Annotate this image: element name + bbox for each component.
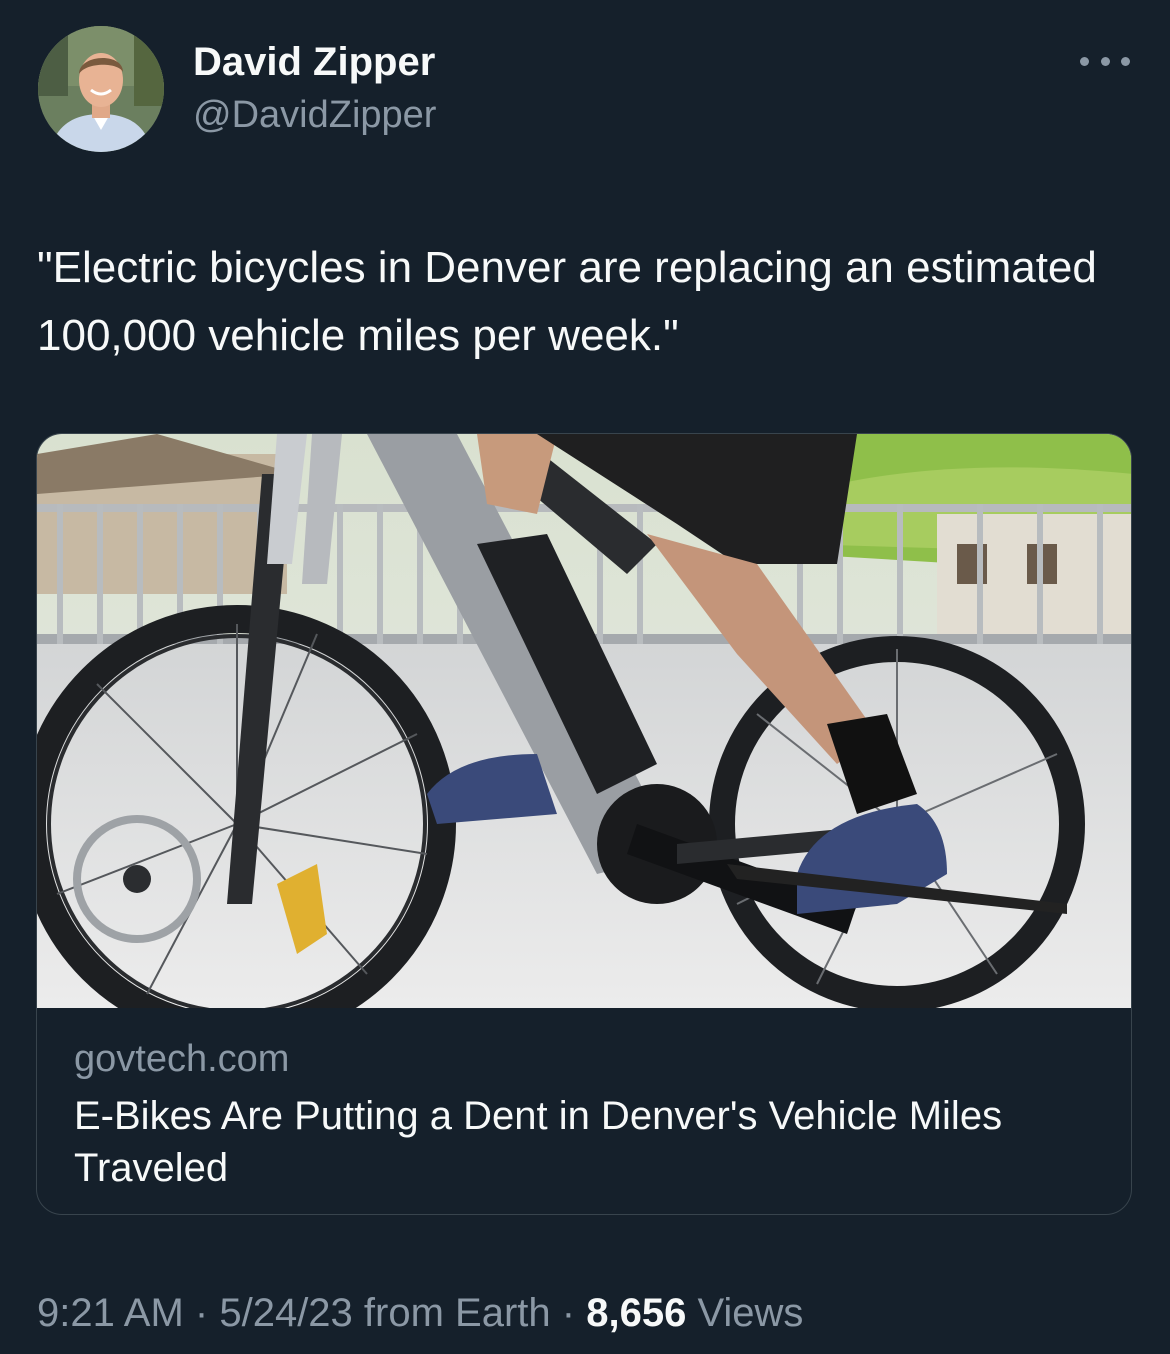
person-avatar-icon [38, 26, 164, 152]
card-domain: govtech.com [74, 1038, 290, 1080]
date-source: 5/24/23 from Earth [219, 1291, 551, 1335]
timestamp-link[interactable]: 9:21 AM [37, 1291, 184, 1335]
ebike-photo-icon [37, 434, 1131, 1008]
tweet-metadata: 9:21 AM · 5/24/23 from Earth · 8,656 Vie… [37, 1287, 803, 1339]
author-display-name[interactable]: David Zipper [193, 38, 435, 86]
author-avatar[interactable] [38, 26, 164, 152]
dot [1121, 56, 1130, 66]
card-title: E-Bikes Are Putting a Dent in Denver's V… [74, 1094, 1003, 1190]
tweet-text: "Electric bicycles in Denver are replaci… [37, 243, 1110, 360]
separator: · [194, 1291, 209, 1335]
author-handle[interactable]: @DavidZipper [193, 92, 436, 138]
views-count: 8,656 [586, 1291, 687, 1335]
separator: · [561, 1291, 576, 1335]
dot [1100, 56, 1110, 66]
more-options-ellipsis-icon[interactable] [1080, 46, 1130, 76]
views-label: Views [697, 1291, 804, 1335]
link-card[interactable]: govtech.com E-Bikes Are Putting a Dent i… [36, 433, 1132, 1215]
dot [1080, 56, 1089, 66]
